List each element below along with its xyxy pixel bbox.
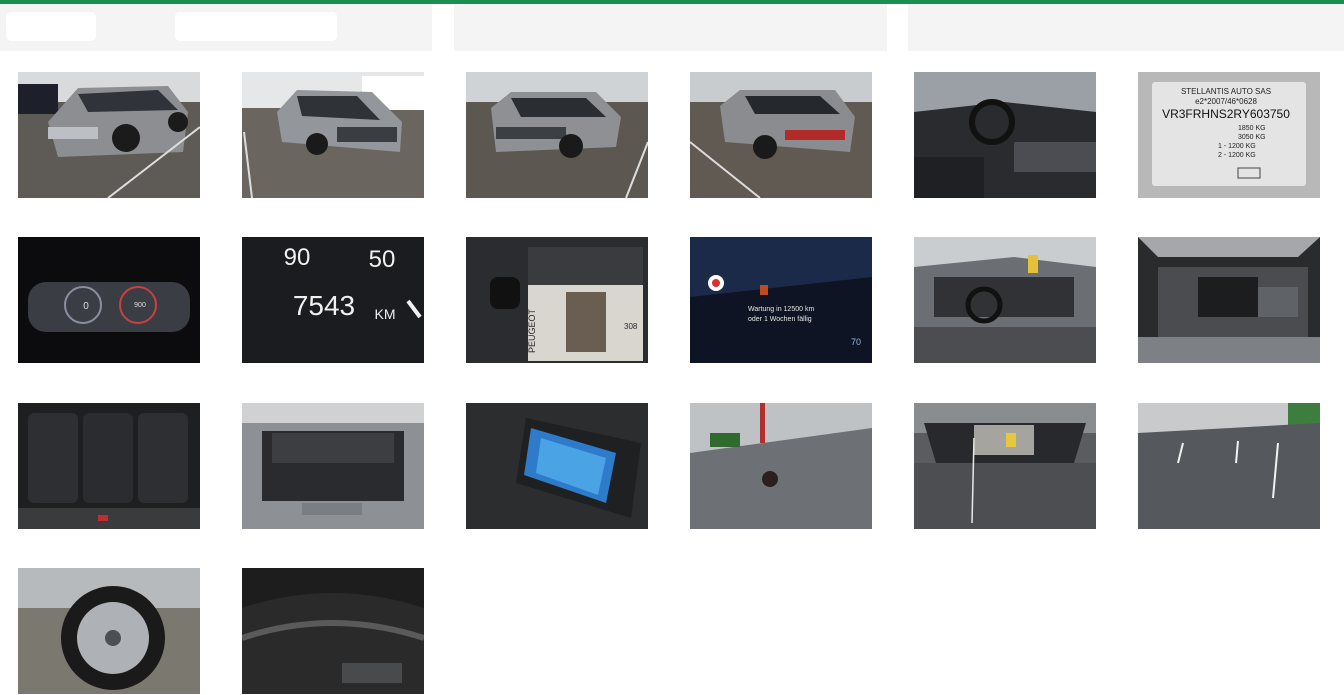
photo-windshield[interactable] (914, 403, 1096, 529)
vin-weight-2: 3050 KG (1238, 134, 1266, 141)
photo-tire-sidewall[interactable] (242, 568, 424, 694)
vin-weight-1: 1850 KG (1238, 125, 1266, 132)
cluster-right-value: 900 (134, 302, 146, 309)
photo-odometer[interactable]: 90 50 7543 KM (242, 237, 424, 363)
odometer-km-unit: KM (375, 306, 396, 322)
odometer-km-value: 7543 (293, 290, 355, 321)
photo-roof[interactable] (1138, 403, 1320, 529)
vin-line1: STELLANTIS AUTO SAS (1181, 87, 1271, 96)
photo-rear-left-2[interactable] (690, 72, 872, 198)
photo-interior-dashboard[interactable] (914, 237, 1096, 363)
cluster-left-value: 0 (83, 301, 89, 312)
header-panel-right (908, 4, 1344, 51)
service-line-2: oder 1 Wochen fällig (748, 316, 812, 323)
vin-weight-3: 1 - 1200 KG (1218, 143, 1256, 150)
photo-hood-closeup[interactable] (690, 403, 872, 529)
photo-instrument-cluster[interactable]: 0 900 (18, 237, 200, 363)
photo-wheel[interactable] (18, 568, 200, 694)
odometer-speed-b: 50 (369, 246, 396, 273)
photo-service-message[interactable]: Wartung in 12500 km oder 1 Wochen fällig… (690, 237, 872, 363)
photo-key-manual[interactable]: PEUGEOT 308 (466, 237, 648, 363)
photo-repair-kit[interactable] (466, 403, 648, 529)
odometer-speed-a: 90 (284, 244, 311, 271)
service-line-1: Wartung in 12500 km (748, 306, 814, 313)
vin-line2: e2*2007/46*0628 (1195, 97, 1257, 106)
header-button-1[interactable] (6, 12, 96, 41)
vin-weight-4: 2 - 1200 KG (1218, 152, 1256, 159)
manual-brand: PEUGEOT (527, 308, 537, 353)
header-button-2[interactable] (175, 12, 337, 41)
photo-trunk[interactable] (242, 403, 424, 529)
photo-front-left[interactable] (18, 72, 200, 198)
photo-rear-left[interactable] (466, 72, 648, 198)
vin-number: VR3FRHNS2RY603750 (1162, 107, 1290, 121)
photo-driver-cockpit[interactable] (914, 72, 1096, 198)
header-panel-middle (454, 4, 887, 51)
photo-engine-bay[interactable] (1138, 237, 1320, 363)
photo-rear-seats[interactable] (18, 403, 200, 529)
manual-model: 308 (624, 322, 638, 331)
photo-vin-plate[interactable]: STELLANTIS AUTO SAS e2*2007/46*0628 VR3F… (1138, 72, 1320, 198)
header-panel-left (0, 4, 432, 51)
photo-front-right[interactable] (242, 72, 424, 198)
service-speed: 70 (851, 337, 861, 347)
